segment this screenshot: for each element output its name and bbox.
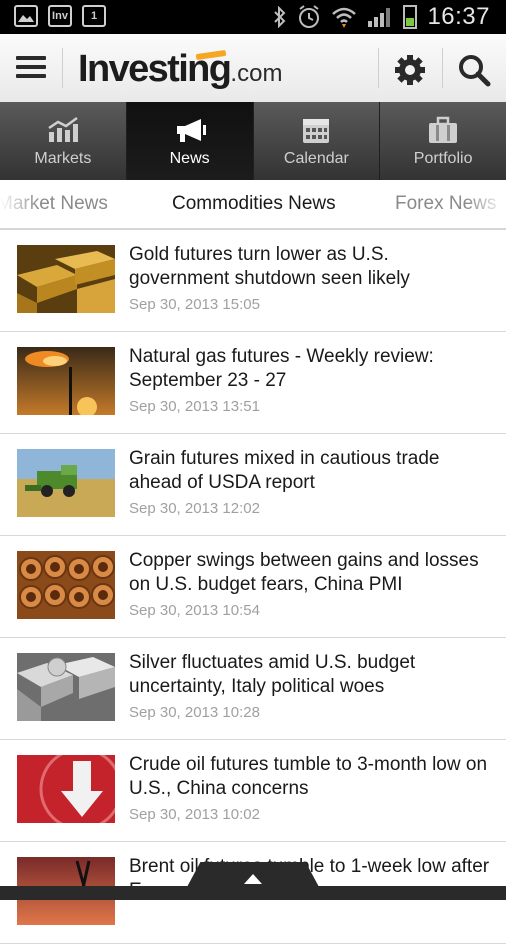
news-headline: Crude oil futures tumble to 3-month low … xyxy=(129,754,488,799)
tab-portfolio[interactable]: Portfolio xyxy=(380,102,506,180)
thumbnail-down-arrow xyxy=(17,755,115,823)
news-timestamp: Sep 30, 2013 15:05 xyxy=(129,296,260,313)
main-tabs: Markets News Calendar Portfolio xyxy=(0,102,506,180)
list-item[interactable]: Gold futures turn lower as U.S. governme… xyxy=(0,230,506,332)
tab-label: Portfolio xyxy=(413,150,473,167)
news-headline: Copper swings between gains and losses o… xyxy=(129,550,479,595)
tab-calendar[interactable]: Calendar xyxy=(253,102,381,180)
header-divider xyxy=(62,48,63,88)
thumbnail-harvester xyxy=(17,449,115,517)
list-item[interactable]: Silver fluctuates amid U.S. budget uncer… xyxy=(0,638,506,740)
sub-tabs: Market News Commodities News Forex News xyxy=(0,180,506,230)
fade-left xyxy=(0,180,40,226)
menu-icon[interactable] xyxy=(16,56,46,80)
list-item[interactable]: Grain futures mixed in cautious trade ah… xyxy=(0,434,506,536)
signal-icon xyxy=(368,8,391,27)
tab-markets[interactable]: Markets xyxy=(0,102,127,180)
sim-icon: 1 xyxy=(82,5,106,27)
list-item[interactable]: Copper swings between gains and losses o… xyxy=(0,536,506,638)
news-timestamp: Sep 30, 2013 10:54 xyxy=(129,602,260,619)
clock: 16:37 xyxy=(427,3,490,30)
news-list: Gold futures turn lower as U.S. governme… xyxy=(0,230,506,944)
news-headline: Natural gas futures - Weekly review: Sep… xyxy=(129,346,434,391)
list-item[interactable]: Crude oil futures tumble to 3-month low … xyxy=(0,740,506,842)
header-divider xyxy=(442,48,443,88)
news-timestamp: Sep 30, 2013 13:51 xyxy=(129,398,260,415)
thumbnail-gold-bars xyxy=(17,245,115,313)
chart-icon xyxy=(48,116,78,142)
news-headline: Gold futures turn lower as U.S. governme… xyxy=(129,244,410,289)
news-timestamp: Sep 30, 2013 10:28 xyxy=(129,704,260,721)
search-icon[interactable] xyxy=(456,52,492,88)
battery-icon xyxy=(403,5,418,29)
thumbnail-silver-bars xyxy=(17,653,115,721)
alarm-icon xyxy=(299,5,320,28)
briefcase-icon xyxy=(429,116,458,143)
thumbnail-copper-pipes xyxy=(17,551,115,619)
tab-label: Markets xyxy=(34,150,92,167)
list-item[interactable]: Natural gas futures - Weekly review: Sep… xyxy=(0,332,506,434)
investing-app-icon: Inv xyxy=(48,5,72,27)
gallery-icon xyxy=(14,5,38,27)
tab-label: News xyxy=(169,150,210,167)
logo-domain: .com xyxy=(230,60,283,87)
bluetooth-icon xyxy=(274,6,286,28)
subtab-commodities-news[interactable]: Commodities News xyxy=(172,193,336,215)
calendar-icon xyxy=(303,119,330,143)
news-headline: Silver fluctuates amid U.S. budget uncer… xyxy=(129,652,416,697)
fade-right xyxy=(466,180,506,226)
news-timestamp: Sep 30, 2013 12:02 xyxy=(129,500,260,517)
investing-logo[interactable]: Investing.com xyxy=(78,48,282,91)
thumbnail-gas-flare xyxy=(17,347,115,415)
tab-news[interactable]: News xyxy=(126,102,254,180)
header-divider xyxy=(378,48,379,88)
wifi-icon xyxy=(332,7,357,28)
megaphone-icon xyxy=(176,119,206,142)
chevron-up-icon[interactable] xyxy=(244,874,262,884)
app-header: Investing.com xyxy=(0,34,506,103)
tab-label: Calendar xyxy=(283,150,349,167)
news-timestamp: Sep 30, 2013 10:02 xyxy=(129,806,260,823)
news-headline: Grain futures mixed in cautious trade ah… xyxy=(129,448,440,493)
gear-icon[interactable] xyxy=(392,52,428,88)
status-bar: Inv 1 16:37 xyxy=(0,0,506,34)
